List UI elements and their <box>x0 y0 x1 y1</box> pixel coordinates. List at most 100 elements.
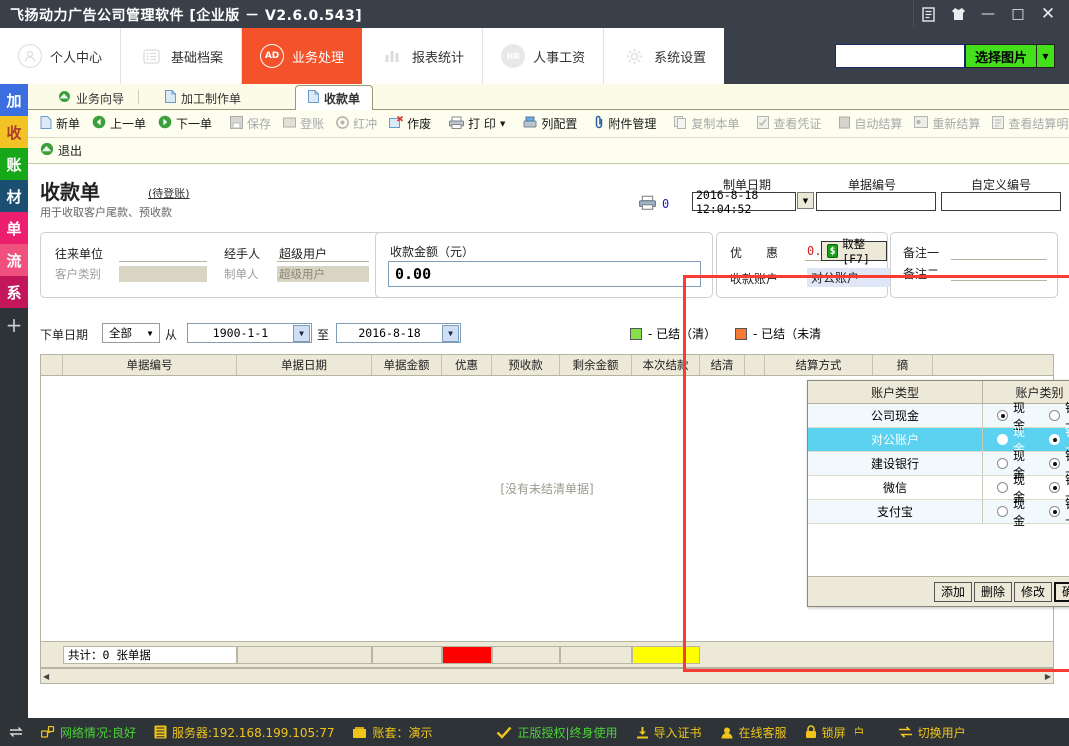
maximize-button[interactable]: □ <box>1003 1 1033 27</box>
status-sync[interactable] <box>0 726 32 738</box>
col-cleared[interactable]: 结清 <box>700 355 745 375</box>
remark-1-underline[interactable] <box>951 259 1047 260</box>
radio-card[interactable]: 银行卡 <box>1049 495 1069 529</box>
nav-item-business[interactable]: AD 业务处理 <box>242 28 362 84</box>
radio-cash-icon <box>997 434 1008 445</box>
col-remaining[interactable]: 剩余金额 <box>560 355 632 375</box>
label-to: 至 <box>317 326 329 343</box>
status-account-set[interactable]: 账套：演示 <box>343 724 441 741</box>
tab-processing-order[interactable]: 加工制作单 <box>153 86 253 110</box>
close-button[interactable]: ✕ <box>1033 1 1063 27</box>
status-switch-user[interactable]: 切换用户 <box>889 724 975 741</box>
scroll-left-icon[interactable]: ◀ <box>43 672 49 681</box>
minimize-button[interactable]: — <box>973 1 1003 27</box>
account-select[interactable]: 对公账户 ▼ <box>807 268 902 287</box>
settle-detail-button[interactable]: 查看结算明细 <box>986 112 1069 136</box>
column-config-button[interactable]: 列配置 <box>517 112 583 136</box>
status-import-cert[interactable]: 导入证书 <box>627 724 711 741</box>
rail-tile-liu[interactable]: 流 <box>0 244 28 276</box>
col-doc-amount[interactable]: 单据金额 <box>372 355 442 375</box>
exit-button[interactable]: 退出 <box>34 139 88 163</box>
reverse-button[interactable]: 红冲 <box>330 112 383 136</box>
label-from: 从 <box>165 326 177 343</box>
calendar-chevron-icon[interactable]: ▼ <box>442 325 459 342</box>
col-doc-date[interactable]: 单据日期 <box>237 355 372 375</box>
list-icon <box>139 44 163 68</box>
col-settle-mode[interactable]: 结算方式 <box>765 355 873 375</box>
search-input[interactable] <box>835 44 965 68</box>
pick-image-button[interactable]: 选择图片 <box>965 44 1037 68</box>
status-bar: 网络情况:良好 服务器:192.168.199.105:77 账套：演示 正版授… <box>0 718 1069 746</box>
save-button[interactable]: 保存 <box>224 112 277 136</box>
copy-order-button[interactable]: 复制本单 <box>668 112 745 136</box>
status-online-service[interactable]: 在线客服 <box>711 724 796 741</box>
chevron-down-icon[interactable]: ▼ <box>500 120 505 128</box>
rail-tile-cai[interactable]: 材 <box>0 180 28 212</box>
rail-tile-xi[interactable]: 系 <box>0 276 28 308</box>
label-order-date: 下单日期 <box>40 326 88 343</box>
make-date-dropdown-icon[interactable]: ▼ <box>797 192 814 209</box>
popup-row-alipay[interactable]: 支付宝 现金 银行卡 <box>808 500 1069 524</box>
date-from-input[interactable]: 1900-1-1 ▼ <box>187 323 312 343</box>
pick-image-dropdown-icon[interactable]: ▼ <box>1037 44 1055 68</box>
void-button[interactable]: 作废 <box>383 112 437 136</box>
skin-icon[interactable] <box>943 1 973 27</box>
round-f7-button[interactable]: $ 取整[F7] <box>821 241 887 261</box>
col-discount[interactable]: 优惠 <box>442 355 492 375</box>
post-account-button[interactable]: 登账 <box>277 112 330 136</box>
col-prepaid[interactable]: 预收款 <box>492 355 560 375</box>
tab-business-wizard[interactable]: 业务向导 <box>46 86 136 110</box>
make-date-field[interactable]: 2016-8-18 12:04:52 <box>692 192 796 211</box>
resettle-button[interactable]: 重新结算 <box>908 112 986 136</box>
print-count-value: 0 <box>662 197 669 211</box>
col-summary[interactable]: 摘 <box>873 355 933 375</box>
view-voucher-button[interactable]: 查看凭证 <box>751 112 827 136</box>
popup-delete-button[interactable]: 删除 <box>974 582 1012 602</box>
rail-tile-label: 加 <box>6 90 21 111</box>
tab-receipt-order[interactable]: 收款单 <box>295 85 373 111</box>
nav-item-reports[interactable]: 报表统计 <box>362 28 483 84</box>
rail-tile-label: 材 <box>6 186 21 207</box>
remark-2-underline[interactable] <box>951 280 1047 281</box>
rail-tile-shou[interactable]: 收 <box>0 116 28 148</box>
status-lock-screen[interactable]: 锁屏 <box>796 724 855 741</box>
print-count-icon[interactable] <box>639 195 656 213</box>
calendar-chevron-icon[interactable]: ▼ <box>293 325 310 342</box>
rail-add-button[interactable]: + <box>0 308 28 342</box>
nav-item-settings[interactable]: 系统设置 <box>604 28 724 84</box>
nav-item-hr[interactable]: HR 人事工资 <box>483 28 604 84</box>
nav-item-basic-archive[interactable]: 基础档案 <box>121 28 242 84</box>
radio-card-label: 银行卡 <box>1065 495 1069 529</box>
custom-number-field[interactable] <box>941 192 1061 211</box>
status-server[interactable]: 服务器:192.168.199.105:77 <box>145 724 343 741</box>
status-network[interactable]: 网络情况:良好 <box>32 724 145 741</box>
customer-type-field[interactable] <box>119 266 207 282</box>
next-order-button[interactable]: 下一单 <box>152 112 218 136</box>
rail-tile-jia[interactable]: 加 <box>0 84 28 116</box>
new-order-button[interactable]: 新单 <box>34 112 86 136</box>
nav-item-personal[interactable]: 个人中心 <box>0 28 121 84</box>
col-this-pay[interactable]: 本次结款 <box>632 355 700 375</box>
print-button[interactable]: 打 印 ▼ <box>443 112 511 136</box>
status-user-partial[interactable]: 用户 <box>855 724 889 741</box>
prev-order-button[interactable]: 上一单 <box>86 112 152 136</box>
radio-cash[interactable]: 现金 <box>997 495 1033 529</box>
col-doc-no[interactable]: 单据编号 <box>63 355 237 375</box>
radio-card-icon <box>1049 482 1060 493</box>
amount-input[interactable]: 0.00 <box>388 261 701 287</box>
date-to-input[interactable]: 2016-8-18 ▼ <box>336 323 461 343</box>
date-range-select[interactable]: 全部 ▼ <box>102 323 160 343</box>
rail-tile-dan[interactable]: 单 <box>0 212 28 244</box>
status-license[interactable]: 正版授权|终身使用 <box>487 724 626 741</box>
attachment-button[interactable]: 附件管理 <box>589 112 662 136</box>
document-tabs: 业务向导 加工制作单 收款单 <box>28 84 1069 110</box>
scroll-right-icon[interactable]: ▶ <box>1045 672 1051 681</box>
rail-tile-zhang[interactable]: 账 <box>0 148 28 180</box>
table-horizontal-scrollbar[interactable]: ◀ ▶ <box>40 668 1054 684</box>
popup-edit-button[interactable]: 修改 <box>1014 582 1052 602</box>
popup-confirm-button[interactable]: 确定 <box>1054 582 1069 602</box>
auto-settle-button[interactable]: 自动结算 <box>833 112 908 136</box>
notes-icon[interactable] <box>913 1 943 27</box>
doc-number-field[interactable] <box>816 192 936 211</box>
popup-add-button[interactable]: 添加 <box>934 582 972 602</box>
